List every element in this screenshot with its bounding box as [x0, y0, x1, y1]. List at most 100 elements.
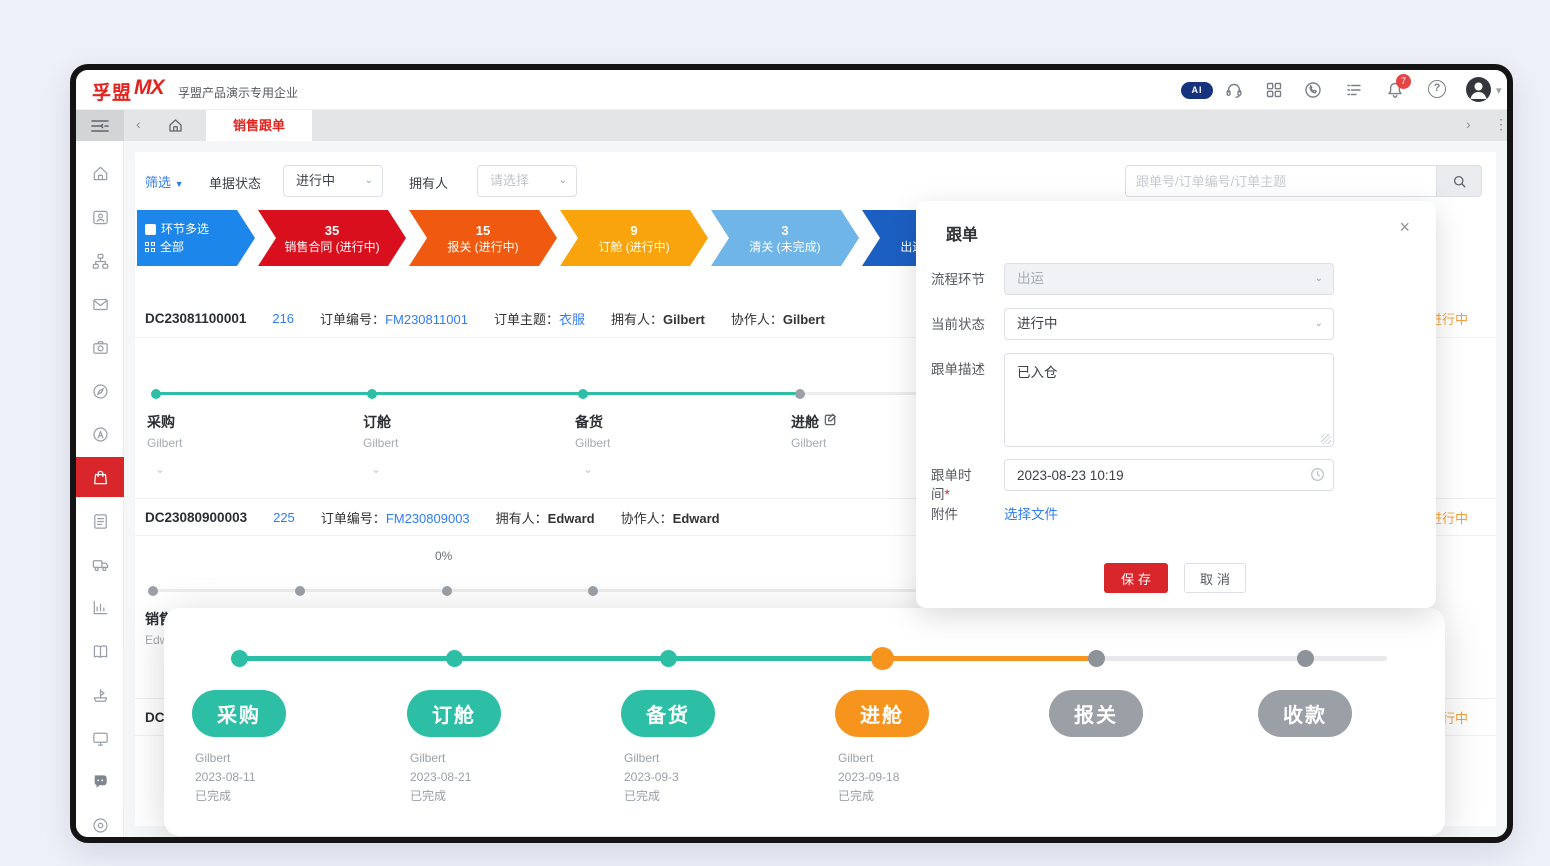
- sidebar-knowledge-icon[interactable]: [76, 631, 124, 671]
- tab-back-chevron[interactable]: ‹: [136, 116, 141, 132]
- brand-logo-mx: MX: [134, 76, 164, 100]
- search-input[interactable]: [1125, 165, 1437, 197]
- ai-assistant-button[interactable]: AI: [1181, 82, 1213, 99]
- stage-pill[interactable]: 采购: [192, 690, 286, 737]
- timeline-dot-pending[interactable]: [148, 586, 158, 596]
- stage-segment-all[interactable]: 环节多选 全部: [137, 210, 255, 266]
- sidebar-nav: [76, 141, 124, 837]
- timeline-dot-done[interactable]: [367, 389, 377, 399]
- choose-file-link[interactable]: 选择文件: [1004, 503, 1058, 523]
- stage-date: 2023-08-21: [410, 768, 567, 787]
- description-textarea[interactable]: 已入仓: [1004, 353, 1334, 447]
- timeline-dot-done[interactable]: [578, 389, 588, 399]
- sidebar-invoice-icon[interactable]: [76, 501, 124, 541]
- timeline-dot-pending[interactable]: [795, 389, 805, 399]
- help-icon[interactable]: ?: [1428, 80, 1446, 98]
- collapse-menu-button[interactable]: [76, 110, 124, 141]
- popup-stage: 订舱 Gilbert2023-08-21已完成: [407, 690, 567, 806]
- stage-status: 已完成: [838, 787, 995, 806]
- process-stage-select[interactable]: 出运⌄: [1004, 263, 1334, 295]
- current-status-select[interactable]: 进行中⌄: [1004, 308, 1334, 340]
- stage-date: 2023-08-11: [195, 768, 352, 787]
- attachment-label: 附件: [931, 505, 997, 524]
- order-no-link[interactable]: FM230811001: [385, 312, 468, 327]
- status-filter-select[interactable]: 进行中⌄: [283, 165, 383, 197]
- sidebar-marketing-icon[interactable]: [76, 414, 124, 454]
- tab-more-icon[interactable]: ⋮: [1494, 116, 1508, 133]
- sidebar-workbench-icon[interactable]: [76, 718, 124, 758]
- timeline-stage: 采购Gilbert: [147, 412, 317, 450]
- stage-segment-booking[interactable]: 9订舱 (进行中): [560, 210, 708, 266]
- notification-bell-icon[interactable]: 7: [1385, 80, 1405, 100]
- order-count-link[interactable]: 216: [272, 311, 294, 326]
- popup-line-done: [239, 656, 882, 661]
- owner-filter-select[interactable]: 请选择⌄: [477, 165, 577, 197]
- sidebar-logistics-icon[interactable]: [76, 544, 124, 584]
- cancel-button[interactable]: 取消: [1184, 563, 1246, 593]
- avatar-dropdown-chevron[interactable]: ▾: [1496, 84, 1502, 97]
- popup-dot-done: [660, 650, 677, 667]
- textarea-resize-grip[interactable]: [1321, 434, 1331, 444]
- order-no: 订单编号：FM230811001: [320, 309, 468, 328]
- current-status-label: 当前状态: [931, 315, 997, 334]
- save-button[interactable]: 保存: [1104, 563, 1168, 593]
- timeline-stage: 备货Gilbert: [575, 412, 745, 450]
- sidebar-wechat-icon[interactable]: [76, 761, 124, 801]
- timeline-dot-pending[interactable]: [295, 586, 305, 596]
- headset-icon[interactable]: [1224, 80, 1244, 100]
- order-subject-link[interactable]: 衣服: [559, 312, 585, 327]
- stage-person: Gilbert: [624, 749, 781, 768]
- sidebar-org-icon[interactable]: [76, 241, 124, 281]
- stage-filter-bar: 环节多选 全部 35销售合同 (进行中) 15报关 (进行中) 9订舱 (进行中…: [137, 210, 1010, 266]
- sidebar-reports-icon[interactable]: [76, 587, 124, 627]
- stage-segment-clearance[interactable]: 3清关 (未完成): [711, 210, 859, 266]
- sidebar-home-icon[interactable]: [76, 153, 124, 193]
- home-tab-icon[interactable]: [160, 114, 190, 137]
- stage-timeline-popup: 采购 Gilbert2023-08-11已完成 订舱 Gilbert2023-0…: [164, 608, 1445, 836]
- sidebar-orders-icon-active[interactable]: [76, 457, 124, 497]
- follow-time-input[interactable]: [1004, 459, 1334, 491]
- stage-pill[interactable]: 订舱: [407, 690, 501, 737]
- order-count-link[interactable]: 225: [273, 510, 295, 525]
- search-button[interactable]: [1437, 165, 1482, 197]
- sidebar-products-icon[interactable]: [76, 327, 124, 367]
- status-filter-label: 单据状态: [209, 173, 261, 192]
- timeline-dot-done[interactable]: [151, 389, 161, 399]
- expand-stage-chevron[interactable]: ⌄: [583, 462, 593, 476]
- stage-segment-customs[interactable]: 15报关 (进行中): [409, 210, 557, 266]
- tab-forward-chevron[interactable]: ›: [1466, 116, 1471, 132]
- user-avatar[interactable]: [1466, 77, 1491, 102]
- phone-contact-icon[interactable]: [1303, 80, 1323, 100]
- sidebar-mail-icon[interactable]: [76, 284, 124, 324]
- stage-pill[interactable]: 备货: [621, 690, 715, 737]
- task-list-icon[interactable]: [1344, 80, 1364, 100]
- timeline-dot-pending[interactable]: [442, 586, 452, 596]
- order-collab: 协作人：Edward: [621, 508, 720, 527]
- multi-select-checkbox[interactable]: [145, 224, 156, 235]
- company-subtitle: 孚盟产品演示专用企业: [178, 84, 298, 101]
- expand-stage-chevron[interactable]: ⌄: [155, 462, 165, 476]
- stage-person: Gilbert: [838, 749, 995, 768]
- stage-pill-current[interactable]: 进舱: [835, 690, 929, 737]
- popup-dot-todo: [1088, 650, 1105, 667]
- sidebar-shipping-icon[interactable]: [76, 675, 124, 715]
- close-icon[interactable]: ×: [1399, 217, 1410, 238]
- stage-segment-contract[interactable]: 35销售合同 (进行中): [258, 210, 406, 266]
- timeline-dot-pending[interactable]: [588, 586, 598, 596]
- stage-pill-todo[interactable]: 收款: [1258, 690, 1352, 737]
- sidebar-discover-icon[interactable]: [76, 371, 124, 411]
- tab-sales-tracking[interactable]: 销售跟单: [206, 110, 312, 141]
- sidebar-contacts-icon[interactable]: [76, 197, 124, 237]
- apps-grid-icon[interactable]: [1264, 80, 1284, 100]
- stage-status: 已完成: [410, 787, 567, 806]
- popup-stage: 采购 Gilbert2023-08-11已完成: [192, 690, 352, 806]
- order-no-link[interactable]: FM230809003: [386, 511, 470, 526]
- follow-time-label: 跟单时间*: [931, 466, 981, 504]
- stage-date: 2023-09-18: [838, 768, 995, 787]
- edit-icon[interactable]: [824, 413, 837, 429]
- stage-pill-todo[interactable]: 报关: [1049, 690, 1143, 737]
- expand-stage-chevron[interactable]: ⌄: [371, 462, 381, 476]
- filter-toggle-link[interactable]: 筛选 ▼: [145, 172, 184, 191]
- popup-line-todo: [1096, 656, 1305, 661]
- sidebar-settings-icon[interactable]: [76, 805, 124, 843]
